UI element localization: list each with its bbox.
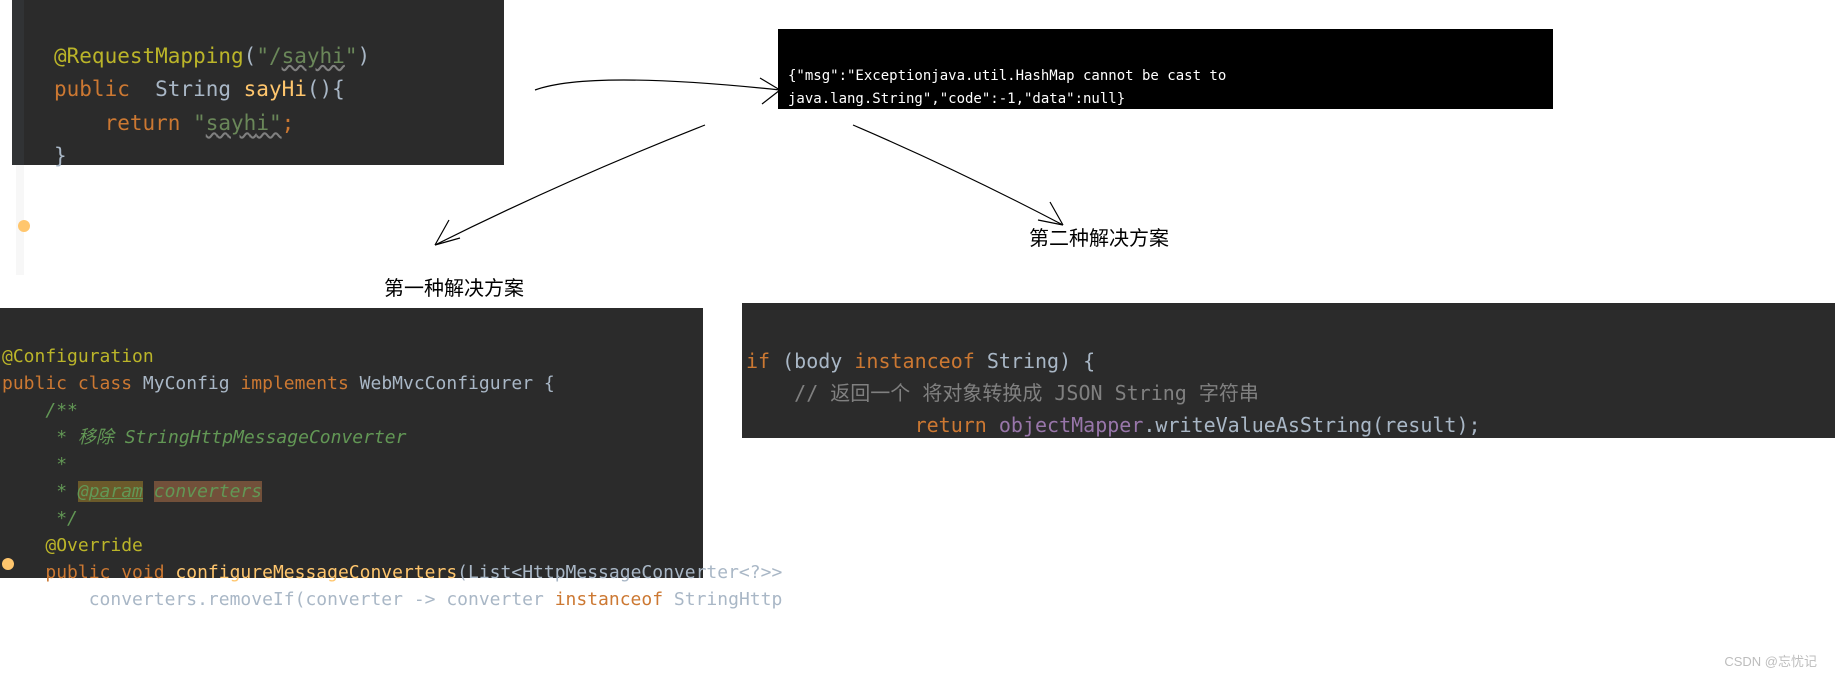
lightbulb-icon [2, 558, 14, 570]
code-snippet-config: @Configuration public class MyConfig imp… [0, 308, 703, 578]
arrow-icon [848, 120, 1078, 240]
annotation: @RequestMapping [54, 44, 244, 68]
error-output: {"msg":"Exceptionjava.util.HashMap canno… [778, 29, 1553, 109]
watermark: CSDN @忘忧记 [1724, 651, 1817, 670]
arrow-icon [415, 120, 715, 260]
arrow-icon [530, 60, 790, 120]
lightbulb-icon [18, 220, 30, 232]
label-solution-1: 第一种解决方案 [384, 272, 524, 301]
code-snippet-instanceof: if (body instanceof String) { // 返回一个 将对… [742, 303, 1835, 438]
